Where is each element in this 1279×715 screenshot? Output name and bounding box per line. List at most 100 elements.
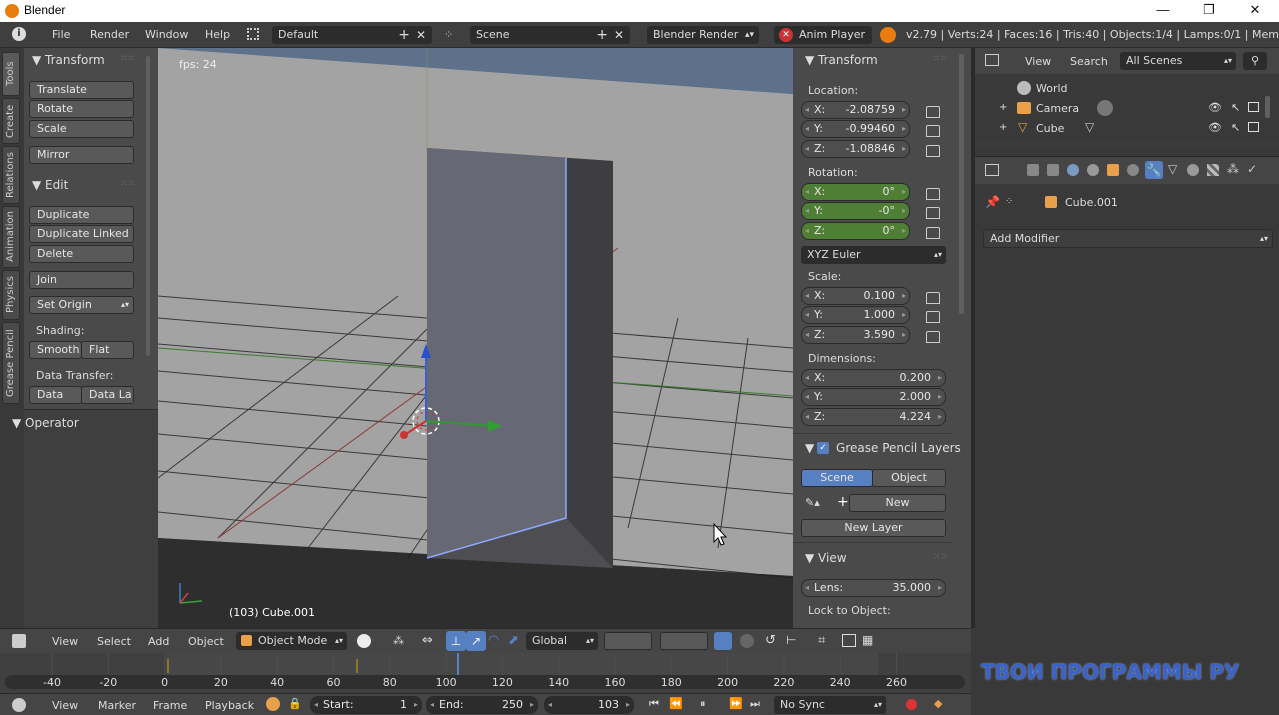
dimension-x-field[interactable]: ◂ X: 0.200 ▸ bbox=[801, 369, 946, 387]
cursor-select-icon[interactable]: ↖ bbox=[1231, 121, 1240, 134]
manipulator-toggle-icon[interactable]: ⇔ bbox=[422, 633, 433, 648]
location-y-field[interactable]: ◂ Y: -0.99460 ▸ bbox=[801, 120, 910, 138]
lock-icon[interactable] bbox=[926, 188, 940, 200]
layout-field[interactable]: Default + ✕ bbox=[272, 26, 432, 44]
lens-field[interactable]: ◂ Lens: 35.000 ▸ bbox=[801, 579, 946, 597]
timeline-menu-view[interactable]: View bbox=[52, 699, 78, 712]
viewport-shading-icon[interactable] bbox=[357, 634, 371, 648]
pin-icon[interactable]: 📌 bbox=[985, 195, 1000, 209]
timeline-menu-frame[interactable]: Frame bbox=[153, 699, 187, 712]
lock-layers-icon[interactable] bbox=[714, 632, 732, 650]
grease-pencil-header[interactable]: ▼ ✓ Grease Pencil Layers bbox=[805, 441, 961, 455]
duplicate-linked-button[interactable]: Duplicate Linked bbox=[29, 225, 134, 243]
outliner-row-camera[interactable]: + Camera 👁 ↖ bbox=[975, 98, 1279, 118]
outliner-editor-icon[interactable] bbox=[985, 54, 999, 66]
delete-button[interactable]: Delete bbox=[29, 245, 134, 263]
menu-help[interactable]: Help bbox=[205, 28, 230, 41]
dimension-z-field[interactable]: ◂ Z: 4.224 ▸ bbox=[801, 408, 946, 426]
timeline[interactable]: -40 -20 0 20 40 60 80 100 120 140 160 180 200 220 240 2… bbox=[0, 653, 971, 693]
gp-scene-tab[interactable]: Scene bbox=[801, 469, 873, 487]
pause-icon[interactable]: ⏸ bbox=[700, 697, 706, 711]
delete-scene-icon[interactable]: ✕ bbox=[614, 26, 624, 44]
orientation-select[interactable]: Global ▴▾ bbox=[526, 632, 598, 650]
end-frame-field[interactable]: ◂ End: 250 ▸ bbox=[426, 696, 538, 714]
menu-view[interactable]: View bbox=[52, 635, 78, 648]
scene-tab-icon[interactable] bbox=[1067, 164, 1079, 176]
location-x-field[interactable]: ◂ X: -2.08759 ▸ bbox=[801, 101, 910, 119]
location-z-field[interactable]: ◂ Z: -1.08846 ▸ bbox=[801, 140, 910, 158]
data-layout-transfer-button[interactable]: Data La bbox=[81, 386, 134, 404]
npanel-transform-header[interactable]: ▼ Transform bbox=[805, 53, 878, 67]
operator-panel-header[interactable]: ▼ Operator bbox=[12, 416, 79, 430]
properties-editor-icon[interactable] bbox=[985, 164, 999, 176]
lock-icon[interactable] bbox=[926, 125, 940, 137]
rotation-mode-select[interactable]: XYZ Euler ▴▾ bbox=[801, 246, 946, 264]
tab-tools[interactable]: Tools bbox=[2, 52, 20, 96]
menu-file[interactable]: File bbox=[52, 28, 70, 41]
falloff-icon[interactable]: ↺ bbox=[765, 633, 776, 648]
lock-icon[interactable] bbox=[926, 311, 940, 323]
info-editor-icon[interactable]: i bbox=[12, 27, 26, 41]
outliner-view-menu[interactable]: View bbox=[1025, 55, 1051, 68]
rotation-z-field[interactable]: ◂ Z: 0° ▸ bbox=[801, 222, 910, 240]
search-icon[interactable]: ⚲ bbox=[1243, 52, 1267, 70]
add-modifier-select[interactable]: Add Modifier ▴▾ bbox=[983, 229, 1273, 248]
checkbox-checked-icon[interactable]: ✓ bbox=[817, 442, 829, 454]
render-tab-icon[interactable] bbox=[1027, 164, 1039, 176]
x-arrow-icon[interactable] bbox=[400, 431, 408, 439]
drag-handle-icon[interactable]: ⁙⁙ bbox=[933, 54, 948, 64]
scene-field[interactable]: Scene + ✕ bbox=[470, 26, 630, 44]
menu-add[interactable]: Add bbox=[148, 635, 169, 648]
join-button[interactable]: Join bbox=[29, 271, 134, 289]
render-icon[interactable] bbox=[1248, 122, 1259, 132]
render-layers-tab-icon[interactable] bbox=[1047, 164, 1059, 176]
data-tab-icon[interactable]: ▽ bbox=[1168, 162, 1177, 176]
render-preview-icon[interactable] bbox=[842, 634, 856, 647]
eye-icon[interactable]: 👁 bbox=[1208, 101, 1222, 114]
menu-object[interactable]: Object bbox=[188, 635, 224, 648]
drag-handle-icon[interactable]: ⁙⁙ bbox=[120, 179, 135, 189]
cursor-select-icon[interactable]: ↖ bbox=[1231, 101, 1240, 114]
3d-viewport[interactable]: fps: 24 (103) Cube.001 bbox=[158, 48, 793, 628]
proportional-edit-icon[interactable] bbox=[740, 634, 754, 648]
render-icon[interactable] bbox=[1248, 102, 1259, 112]
layers-grid-1[interactable] bbox=[604, 632, 652, 650]
keying-set-icon[interactable] bbox=[266, 697, 280, 711]
lock-icon[interactable] bbox=[926, 145, 940, 157]
auto-keying-icon[interactable] bbox=[906, 699, 917, 710]
opengl-render-icon[interactable]: ▦ bbox=[862, 633, 873, 647]
mirror-button[interactable]: Mirror bbox=[29, 146, 134, 164]
scale-manipulator-icon[interactable]: ⬈ bbox=[508, 633, 519, 648]
lock-icon[interactable] bbox=[926, 207, 940, 219]
start-frame-field[interactable]: ◂ Start: 1 ▸ bbox=[310, 696, 422, 714]
rotation-y-field[interactable]: ◂ Y: -0° ▸ bbox=[801, 202, 910, 220]
3d-view-editor-icon[interactable] bbox=[12, 634, 26, 648]
material-tab-icon[interactable] bbox=[1187, 164, 1199, 176]
tab-relations[interactable]: Relations bbox=[2, 146, 20, 204]
pencil-icon[interactable]: ✎▴ bbox=[805, 496, 820, 509]
physics-tab-icon[interactable]: ✓ bbox=[1247, 162, 1257, 176]
pivot-point-icon[interactable]: ⁂ bbox=[393, 634, 409, 648]
translate-manipulator-icon[interactable]: ⊥ bbox=[446, 631, 466, 651]
set-origin-select[interactable]: Set Origin ▴▾ bbox=[29, 296, 134, 314]
timeline-menu-playback[interactable]: Playback bbox=[205, 699, 254, 712]
flat-button[interactable]: Flat bbox=[81, 341, 134, 359]
jump-end-icon[interactable]: ⏭ bbox=[750, 697, 760, 711]
tab-animation[interactable]: Animation bbox=[2, 206, 20, 268]
timeline-menu-marker[interactable]: Marker bbox=[98, 699, 136, 712]
close-button[interactable]: ✕ bbox=[1232, 0, 1278, 22]
data-transfer-button[interactable]: Data bbox=[29, 386, 82, 404]
constraints-tab-icon[interactable] bbox=[1127, 164, 1139, 176]
render-engine-select[interactable]: Blender Render ▴▾ bbox=[647, 26, 759, 44]
world-tab-icon[interactable] bbox=[1087, 164, 1099, 176]
lock-icon[interactable] bbox=[926, 331, 940, 343]
tab-physics[interactable]: Physics bbox=[2, 270, 20, 320]
minimize-button[interactable]: — bbox=[1140, 0, 1186, 22]
scale-button[interactable]: Scale bbox=[29, 120, 134, 138]
texture-tab-icon[interactable] bbox=[1207, 164, 1219, 176]
outliner-row-cube[interactable]: + ▽ Cube ▽ 👁 ↖ bbox=[975, 118, 1279, 138]
tab-create[interactable]: Create bbox=[2, 98, 20, 144]
jump-keyframe-back-icon[interactable]: ⏪ bbox=[669, 697, 683, 710]
add-layout-icon[interactable]: + bbox=[398, 26, 410, 44]
drag-handle-icon[interactable]: ⁙⁙ bbox=[120, 54, 135, 64]
